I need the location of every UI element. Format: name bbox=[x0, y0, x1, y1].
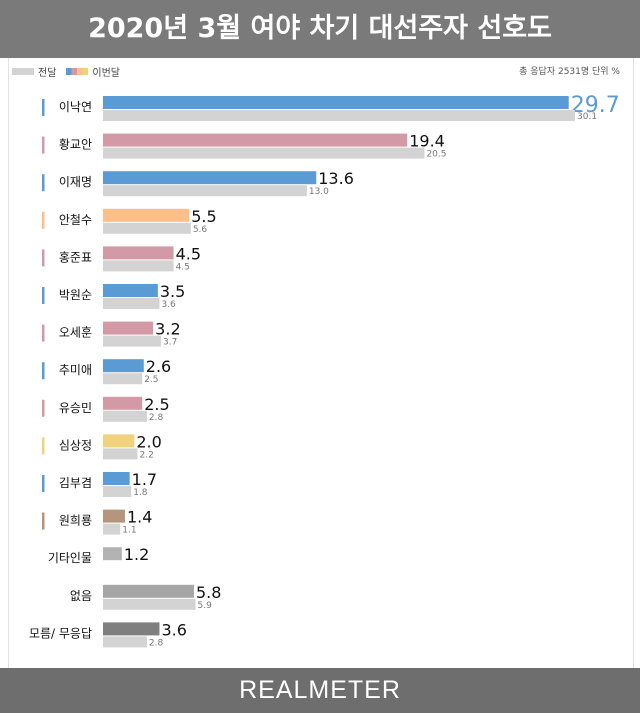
value-label-previous: 3.6 bbox=[161, 300, 176, 310]
category-label: 이재명 bbox=[59, 175, 92, 189]
bar-current bbox=[103, 396, 143, 410]
category-label: 박원순 bbox=[59, 288, 92, 302]
value-label-current: 4.5 bbox=[176, 244, 201, 263]
value-label-previous: 2.2 bbox=[139, 450, 153, 460]
category-marker bbox=[42, 249, 45, 267]
category-marker bbox=[42, 99, 45, 116]
bar-previous bbox=[103, 373, 143, 385]
category-marker bbox=[42, 287, 45, 304]
value-label-current: 5.8 bbox=[196, 583, 221, 602]
bar-current bbox=[103, 171, 317, 185]
bar-previous bbox=[103, 260, 174, 272]
bar-previous bbox=[103, 185, 307, 197]
bar-current bbox=[103, 434, 135, 448]
category-label: 김부겸 bbox=[59, 476, 92, 490]
category-marker bbox=[42, 475, 45, 492]
value-label-previous: 1.8 bbox=[133, 488, 148, 498]
category-marker bbox=[42, 362, 45, 380]
category-label: 추미애 bbox=[59, 363, 92, 377]
value-label-previous: 5.6 bbox=[193, 225, 208, 235]
value-label-previous: 1.1 bbox=[122, 526, 136, 536]
bar-current bbox=[103, 359, 144, 373]
value-label-current: 13.6 bbox=[318, 169, 354, 188]
bar-previous bbox=[103, 598, 196, 610]
value-label-previous: 3.7 bbox=[163, 338, 177, 348]
category-label: 원희룡 bbox=[59, 514, 92, 528]
value-label-current: 1.2 bbox=[124, 545, 149, 564]
bar-current bbox=[103, 622, 160, 636]
category-label: 기타인물 bbox=[48, 551, 92, 565]
bar-current bbox=[103, 321, 154, 335]
bar-previous bbox=[103, 410, 147, 422]
value-label-previous: 2.5 bbox=[144, 375, 158, 385]
value-label-previous: 30.1 bbox=[577, 112, 597, 122]
value-label-previous: 5.9 bbox=[198, 601, 213, 611]
category-marker bbox=[42, 324, 45, 342]
category-marker bbox=[42, 136, 45, 154]
brand-logo: REALMETER bbox=[0, 668, 640, 713]
value-label-previous: 2.8 bbox=[149, 638, 164, 648]
bar-current bbox=[103, 208, 190, 222]
bar-current bbox=[103, 284, 158, 297]
value-label-current: 2.0 bbox=[136, 432, 161, 451]
value-label-current: 3.6 bbox=[161, 620, 186, 639]
bar-previous bbox=[103, 147, 425, 159]
bar-previous bbox=[103, 110, 575, 121]
bar-previous bbox=[103, 222, 191, 234]
category-marker bbox=[42, 399, 45, 417]
value-label-previous: 13.0 bbox=[309, 187, 329, 197]
category-label: 유승민 bbox=[59, 401, 92, 415]
bar-previous bbox=[103, 636, 147, 648]
bar-chart: 이낙연 29.730.1황교안 19.420.5이재명 13.613.0안철수 5.55… bbox=[29, 93, 620, 648]
category-label: 없음 bbox=[70, 589, 92, 603]
bar-previous bbox=[103, 523, 121, 535]
bar-current bbox=[103, 509, 125, 523]
value-label-current: 2.5 bbox=[144, 395, 169, 414]
category-label: 황교안 bbox=[59, 138, 92, 152]
bar-previous bbox=[103, 486, 132, 497]
category-marker bbox=[42, 174, 45, 192]
value-label-current: 5.5 bbox=[191, 207, 216, 226]
bar-current bbox=[103, 584, 194, 598]
bar-current bbox=[103, 133, 408, 147]
category-label: 안철수 bbox=[59, 213, 92, 227]
bar-previous bbox=[103, 298, 160, 309]
category-label: 오세훈 bbox=[59, 326, 92, 340]
value-label-previous: 4.5 bbox=[176, 262, 190, 272]
bar-previous bbox=[103, 448, 138, 460]
category-marker bbox=[42, 512, 45, 530]
value-label-current: 1.7 bbox=[132, 470, 157, 489]
category-marker bbox=[42, 211, 45, 229]
value-label-previous: 2.8 bbox=[149, 413, 164, 423]
bar-current bbox=[103, 96, 569, 109]
category-label: 이낙연 bbox=[59, 100, 92, 114]
category-label: 심상정 bbox=[59, 438, 92, 452]
bar-current bbox=[103, 547, 122, 561]
bar-current bbox=[103, 246, 174, 260]
value-label-current: 2.6 bbox=[146, 357, 171, 376]
bar-previous bbox=[103, 335, 162, 347]
value-label-current: 3.5 bbox=[160, 282, 185, 301]
value-label-current: 1.4 bbox=[127, 508, 152, 527]
category-label: 모름/ 무응답 bbox=[29, 626, 92, 640]
category-marker bbox=[42, 437, 45, 455]
bar-current bbox=[103, 472, 130, 485]
value-label-previous: 20.5 bbox=[426, 150, 446, 160]
category-label: 홍준표 bbox=[59, 250, 92, 264]
